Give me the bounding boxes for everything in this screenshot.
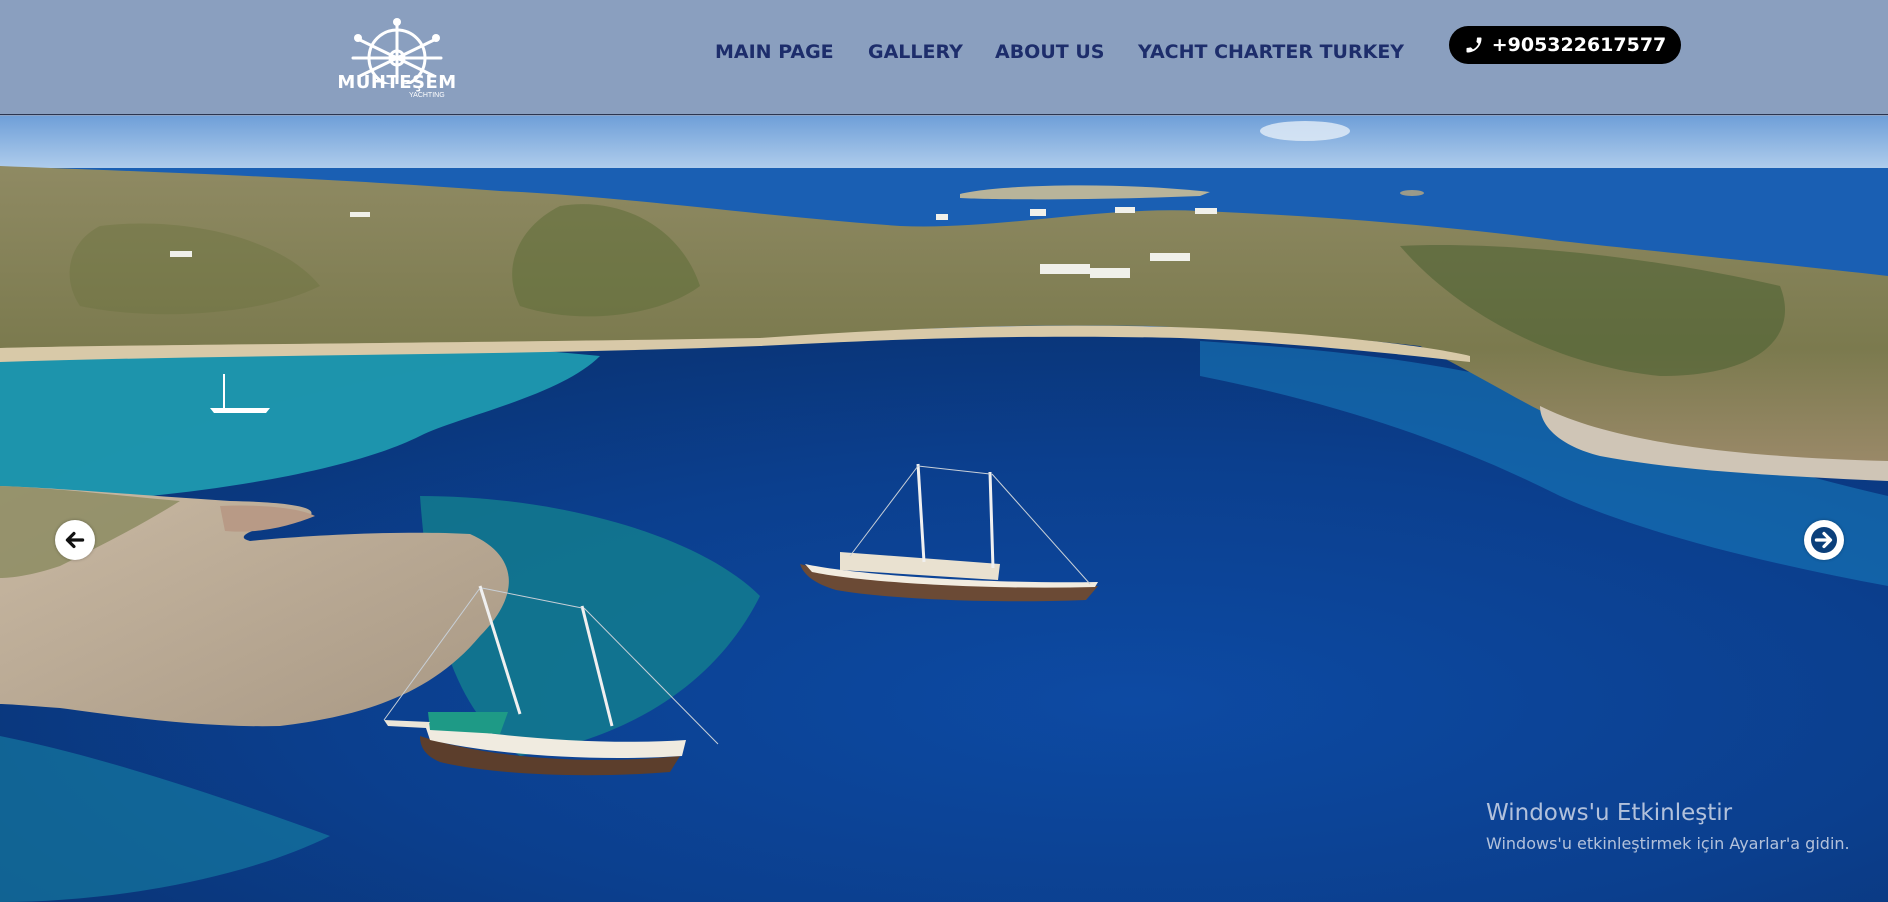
logo-subtext: YACHTING (409, 92, 445, 99)
watermark-title: Windows'u Etkinleştir (1486, 800, 1733, 826)
site-header: MUHTEŞEM YACHTING MAIN PAGE GALLERY ABOU… (0, 0, 1888, 115)
prev-slide-button[interactable] (55, 520, 95, 560)
nav-about-us[interactable]: ABOUT US (995, 41, 1104, 63)
next-slide-button[interactable] (1804, 520, 1844, 560)
hero-slider (0, 116, 1888, 902)
arrow-left-icon (65, 531, 85, 549)
phone-number: +905322617577 (1491, 34, 1667, 56)
windows-activation-watermark: Windows'u Etkinleştir Windows'u etkinleş… (1486, 800, 1850, 853)
arrow-right-icon (1811, 527, 1837, 553)
nav-main-page[interactable]: MAIN PAGE (715, 41, 834, 63)
logo-text: MUHTEŞEM (337, 72, 457, 93)
nav-gallery[interactable]: GALLERY (868, 41, 963, 63)
site-logo[interactable]: MUHTEŞEM YACHTING (333, 18, 461, 102)
phone-button[interactable]: +905322617577 (1449, 26, 1681, 64)
hero-image (0, 116, 1888, 902)
watermark-subtitle: Windows'u etkinleştirmek için Ayarlar'a … (1486, 834, 1850, 853)
nav-yacht-charter-turkey[interactable]: YACHT CHARTER TURKEY (1138, 41, 1404, 63)
phone-icon (1466, 37, 1482, 53)
